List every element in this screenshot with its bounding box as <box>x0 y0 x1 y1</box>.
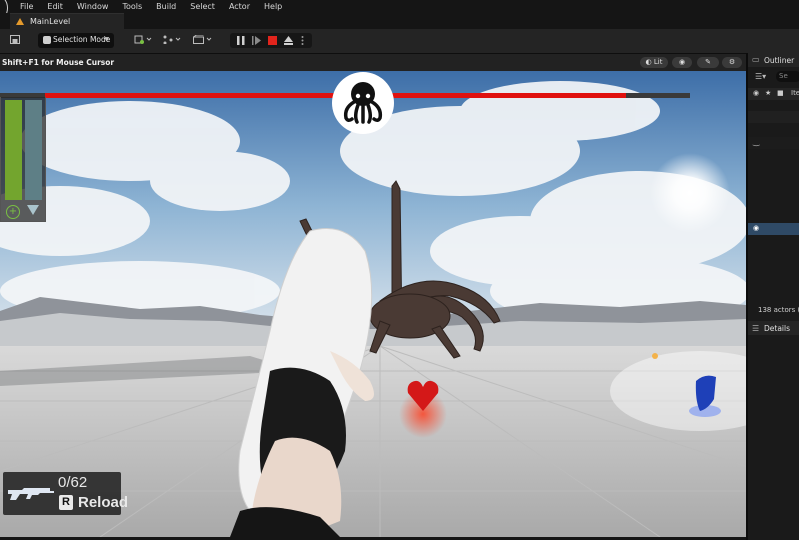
show-flags-dropdown[interactable]: ◉ <box>672 57 692 68</box>
save-icon[interactable] <box>10 35 20 44</box>
level-tab[interactable]: MainLevel <box>10 13 124 30</box>
menu-item-actor[interactable]: Actor <box>222 1 257 12</box>
pause-icon[interactable] <box>237 36 245 45</box>
lock-icon: ■ <box>777 89 784 97</box>
outliner-row[interactable]: ‿ <box>748 137 799 149</box>
actor-count: 138 actors (1 s <box>758 306 799 314</box>
menu-item-build[interactable]: Build <box>149 1 183 12</box>
add-content-icon[interactable] <box>134 35 154 44</box>
cinematics-icon[interactable] <box>193 35 213 44</box>
player-status-panel: + <box>0 97 46 222</box>
viewport-header: Shift+F1 for Mouse Cursor ◐ Lit ◉ ✎ ⚙ <box>0 54 746 71</box>
details-tab-icon[interactable]: ☰ <box>752 324 759 333</box>
column-item-label: Ite <box>791 89 799 97</box>
menu-item-edit[interactable]: Edit <box>40 1 70 12</box>
lit-icon: ◐ <box>645 58 654 66</box>
octopus-icon <box>343 82 383 124</box>
level-tab-label: MainLevel <box>30 17 71 26</box>
level-icon <box>16 18 24 25</box>
shield-icon <box>27 205 39 215</box>
menu-item-window[interactable]: Window <box>70 1 116 12</box>
outliner-title: Outliner <box>764 56 795 65</box>
expand-arrow-icon[interactable]: ‿ <box>753 137 759 146</box>
details-title: Details <box>764 324 791 333</box>
menu-item-file[interactable]: File <box>13 1 40 12</box>
outliner-row-selected[interactable]: ◉ <box>748 223 799 235</box>
reload-key-icon: R <box>59 495 73 510</box>
scene-render <box>0 71 746 537</box>
selection-mode-label: Selection Mode <box>53 35 111 44</box>
step-frame-icon[interactable] <box>252 36 261 45</box>
outliner-search-input[interactable]: Se <box>776 71 799 82</box>
health-plus-icon: + <box>6 205 20 219</box>
boss-portrait <box>332 72 394 134</box>
menu-items: File Edit Window Tools Build Select Actor Help <box>13 1 289 12</box>
more-options-icon[interactable] <box>301 36 304 45</box>
eye-icon: ◉ <box>678 58 686 66</box>
visibility-icon: ◉ <box>753 89 760 97</box>
mouse-cursor-hint: Shift+F1 for Mouse Cursor <box>2 58 115 67</box>
stop-icon[interactable] <box>268 36 277 45</box>
player-health-bar <box>5 100 22 200</box>
camera-speed-dropdown[interactable]: ✎ <box>697 57 719 68</box>
menu-item-tools[interactable]: Tools <box>115 1 149 12</box>
outliner-header: ▭ Outliner <box>748 53 799 67</box>
view-mode-label: Lit <box>653 58 663 66</box>
visibility-icon[interactable]: ◉ <box>753 224 759 232</box>
eject-icon[interactable] <box>284 36 293 45</box>
camera-icon: ✎ <box>705 58 711 66</box>
details-header: ☰ Details <box>748 321 799 335</box>
weapon-panel: 0/62 R Reload <box>3 472 128 515</box>
outliner-tab-icon[interactable]: ▭ <box>752 55 760 64</box>
blueprint-icon[interactable] <box>163 35 183 44</box>
reload-label: Reload <box>78 494 129 511</box>
main-toolbar: Selection Mode ▼ <box>0 29 799 54</box>
selection-mode-button[interactable]: Selection Mode ▼ <box>38 33 114 48</box>
document-tab-row: MainLevel <box>0 13 799 30</box>
rifle-icon <box>8 488 54 500</box>
view-mode-dropdown[interactable]: ◐ Lit <box>640 57 668 68</box>
menu-bar: File Edit Window Tools Build Select Actor Help <box>0 0 799 20</box>
menu-item-help[interactable]: Help <box>257 1 289 12</box>
ammo-counter: 0/62 <box>58 474 88 491</box>
outliner-row[interactable] <box>748 111 799 123</box>
outliner-column-header: ◉ ★ ■ Ite <box>748 88 799 100</box>
chevron-down-icon: ▼ <box>104 36 109 43</box>
gear-icon: ⚙ <box>728 58 736 66</box>
select-arrow-icon <box>43 36 51 44</box>
outliner-panel: ▭ Outliner ☰▾ Se ◉ ★ ■ Ite ‿ ◉ 138 actor… <box>746 53 799 540</box>
player-shield-bar <box>25 100 42 200</box>
menu-item-select[interactable]: Select <box>183 1 222 12</box>
viewport-settings-dropdown[interactable]: ⚙ <box>722 57 742 68</box>
pin-icon: ★ <box>765 89 772 97</box>
game-viewport[interactable] <box>0 71 746 537</box>
filter-icon[interactable]: ☰▾ <box>755 72 766 81</box>
play-controls <box>230 33 312 48</box>
